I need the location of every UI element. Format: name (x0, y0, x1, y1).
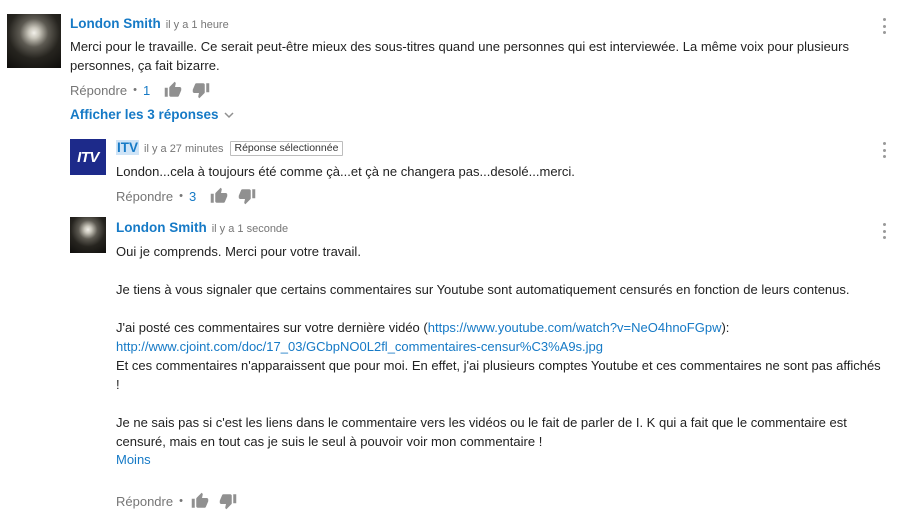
show-less-link[interactable]: Moins (116, 451, 882, 469)
cjoint-link[interactable]: http://www.cjoint.com/doc/17_03/GCbpNO0L… (116, 339, 603, 354)
show-replies-label: Afficher les 3 réponses (70, 107, 219, 122)
reply-button[interactable]: Répondre (116, 494, 173, 509)
thumbs-down-icon[interactable] (192, 81, 210, 99)
comment-text: Merci pour le travaille. Ce serait peut-… (70, 39, 849, 73)
comment-timestamp[interactable]: il y a 1 seconde (212, 223, 288, 235)
like-count: 3 (188, 188, 197, 204)
separator-dot: • (179, 495, 183, 507)
selected-reply-badge: Réponse sélectionnée (229, 141, 344, 156)
comment-paragraph: J'ai posté ces commentaires sur votre de… (116, 318, 882, 356)
comment-text: London...cela à toujours été comme çà...… (116, 164, 575, 179)
comment-author[interactable]: London Smith (116, 220, 207, 235)
thumbs-up-icon[interactable] (210, 187, 228, 205)
comment-author[interactable]: ITV (116, 140, 140, 155)
avatar[interactable]: ITV (70, 139, 106, 175)
avatar[interactable] (70, 217, 106, 253)
more-vert-icon[interactable] (876, 17, 892, 35)
thumbs-down-icon[interactable] (219, 492, 237, 510)
show-replies-toggle[interactable]: Afficher les 3 réponses (70, 107, 234, 122)
thumbs-down-icon[interactable] (238, 187, 256, 205)
comment-author[interactable]: London Smith (70, 16, 161, 31)
comment-timestamp[interactable]: il y a 27 minutes (144, 143, 223, 155)
comment-paragraph: Et ces commentaires n'apparaissent que p… (116, 358, 881, 392)
comment-paragraph: Je ne sais pas si c'est les liens dans l… (116, 415, 847, 449)
separator-dot: • (133, 84, 137, 96)
separator-dot: • (179, 190, 183, 202)
avatar[interactable] (7, 14, 61, 68)
comment-text-segment: ): (721, 320, 730, 335)
reply-button[interactable]: Répondre (116, 189, 173, 204)
comment-timestamp[interactable]: il y a 1 heure (166, 19, 229, 31)
itv-logo: ITV (77, 148, 99, 166)
youtube-link[interactable]: https://www.youtube.com/watch?v=NeO4hnoF… (428, 320, 722, 335)
chevron-down-icon (224, 111, 234, 118)
comment-text-segment: J'ai posté ces commentaires sur votre de… (116, 320, 428, 335)
more-vert-icon[interactable] (876, 141, 892, 159)
reply-button[interactable]: Répondre (70, 83, 127, 98)
thumbs-up-icon[interactable] (191, 492, 209, 510)
like-count: 1 (142, 82, 151, 98)
thumbs-up-icon[interactable] (164, 81, 182, 99)
more-vert-icon[interactable] (876, 222, 892, 240)
comment-paragraph: Oui je comprends. Merci pour votre trava… (116, 244, 361, 259)
comment-paragraph: Je tiens à vous signaler que certains co… (116, 282, 850, 297)
